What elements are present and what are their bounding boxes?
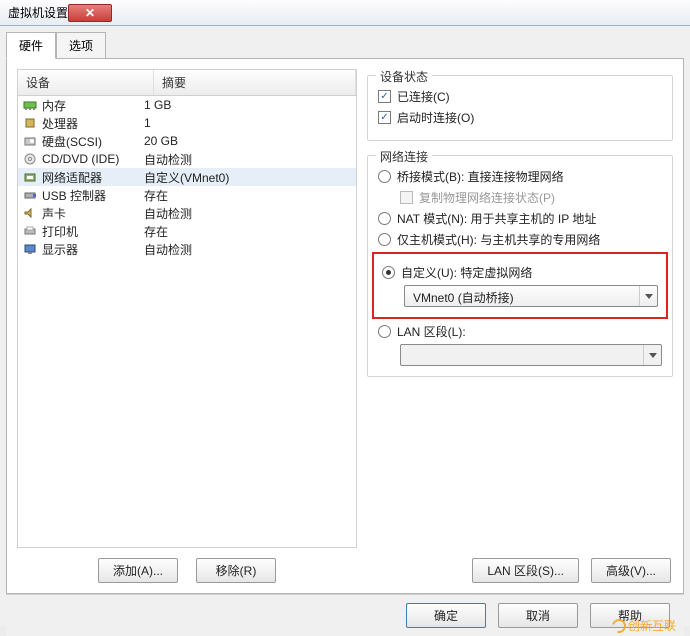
device-summary: 存在: [140, 223, 352, 240]
close-icon: ✕: [85, 6, 95, 20]
custom-network-combo[interactable]: VMnet0 (自动桥接): [404, 285, 658, 307]
table-row[interactable]: 声卡 自动检测: [18, 204, 356, 222]
lan-segments-button[interactable]: LAN 区段(S)...: [472, 558, 579, 583]
device-summary: 自动检测: [140, 241, 352, 258]
connected-row[interactable]: 已连接(C): [378, 88, 662, 105]
network-connection-title: 网络连接: [376, 148, 432, 165]
tab-hardware[interactable]: 硬件: [6, 32, 56, 59]
right-column: 设备状态 已连接(C) 启动时连接(O) 网络连接 桥接模式(B): 直接连接物…: [367, 69, 673, 583]
device-name: 显示器: [42, 241, 78, 258]
table-row[interactable]: USB 控制器 存在: [18, 186, 356, 204]
display-icon: [22, 242, 38, 256]
table-row[interactable]: 硬盘(SCSI) 20 GB: [18, 132, 356, 150]
connected-checkbox[interactable]: [378, 90, 391, 103]
tab-hardware-label: 硬件: [19, 39, 43, 53]
connect-at-poweron-checkbox[interactable]: [378, 111, 391, 124]
cpu-icon: [22, 116, 38, 130]
close-button[interactable]: ✕: [68, 4, 112, 22]
advanced-button[interactable]: 高级(V)...: [591, 558, 671, 583]
sound-icon: [22, 206, 38, 220]
hardware-panel: 设备 摘要 内存 1 GB 处理器 1 硬盘(SCSI) 20 GB CD/DVD (IDE…: [6, 58, 684, 594]
radio-dot-icon: [386, 270, 391, 275]
table-header: 设备 摘要: [18, 70, 356, 96]
right-bottom-buttons: LAN 区段(S)... 高级(V)...: [367, 558, 673, 583]
table-row[interactable]: 打印机 存在: [18, 222, 356, 240]
device-name: 声卡: [42, 205, 66, 222]
footer: 确定 取消 帮助 创新互联: [6, 594, 684, 636]
device-status-title: 设备状态: [376, 68, 432, 85]
device-name: 网络适配器: [42, 169, 102, 186]
connect-at-poweron-label: 启动时连接(O): [397, 109, 474, 126]
cd-icon: [22, 152, 38, 166]
lan-segment-value: [401, 345, 643, 365]
nat-radio[interactable]: [378, 212, 391, 225]
left-buttons: 添加(A)... 移除(R): [17, 558, 357, 583]
window-title: 虚拟机设置: [8, 4, 68, 21]
lan-label: LAN 区段(L):: [397, 323, 466, 340]
tab-options[interactable]: 选项: [56, 32, 106, 59]
custom-network-value: VMnet0 (自动桥接): [405, 286, 639, 306]
lan-radio[interactable]: [378, 325, 391, 338]
chevron-down-icon[interactable]: [639, 286, 657, 306]
memory-icon: [22, 98, 38, 112]
device-summary: 20 GB: [140, 134, 352, 148]
connected-label: 已连接(C): [397, 88, 450, 105]
table-body: 内存1 GB处理器1硬盘(SCSI)20 GBCD/DVD (IDE)自动检测网…: [18, 96, 356, 258]
device-name: 打印机: [42, 223, 78, 240]
chevron-down-icon: [643, 345, 661, 365]
bridged-row[interactable]: 桥接模式(B): 直接连接物理网络: [378, 168, 662, 185]
bridged-radio[interactable]: [378, 170, 391, 183]
custom-highlight: 自定义(U): 特定虚拟网络 VMnet0 (自动桥接): [372, 252, 668, 319]
add-button[interactable]: 添加(A)...: [98, 558, 178, 583]
ok-button[interactable]: 确定: [406, 603, 486, 628]
table-row[interactable]: 内存 1 GB: [18, 96, 356, 114]
client-area: 硬件 选项 设备 摘要 内存 1 GB 处理器 1 硬盘(SCSI) 20 GB CD/DV…: [0, 26, 690, 626]
table-row[interactable]: 网络适配器 自定义(VMnet0): [18, 168, 356, 186]
table-row[interactable]: CD/DVD (IDE) 自动检测: [18, 150, 356, 168]
device-summary: 自动检测: [140, 151, 352, 168]
nat-label: NAT 模式(N): 用于共享主机的 IP 地址: [397, 210, 596, 227]
device-name: USB 控制器: [42, 187, 106, 204]
device-name: 处理器: [42, 115, 78, 132]
lan-segment-combo: [400, 344, 662, 366]
bridged-label: 桥接模式(B): 直接连接物理网络: [397, 168, 564, 185]
nat-row[interactable]: NAT 模式(N): 用于共享主机的 IP 地址: [378, 210, 662, 227]
device-summary: 自动检测: [140, 205, 352, 222]
replicate-checkbox: [400, 191, 413, 204]
device-summary: 1 GB: [140, 98, 352, 112]
left-column: 设备 摘要 内存 1 GB 处理器 1 硬盘(SCSI) 20 GB CD/DVD (IDE…: [17, 69, 357, 583]
device-name: 硬盘(SCSI): [42, 133, 102, 150]
device-name: CD/DVD (IDE): [42, 152, 119, 166]
tabstrip: 硬件 选项: [6, 32, 684, 59]
replicate-label: 复制物理网络连接状态(P): [419, 189, 555, 206]
hostonly-radio[interactable]: [378, 233, 391, 246]
table-row[interactable]: 处理器 1: [18, 114, 356, 132]
hostonly-label: 仅主机模式(H): 与主机共享的专用网络: [397, 231, 600, 248]
device-name: 内存: [42, 97, 66, 114]
cancel-button[interactable]: 取消: [498, 603, 578, 628]
connect-at-poweron-row[interactable]: 启动时连接(O): [378, 109, 662, 126]
col-summary[interactable]: 摘要: [154, 70, 356, 95]
usb-icon: [22, 188, 38, 202]
network-connection-group: 网络连接 桥接模式(B): 直接连接物理网络 复制物理网络连接状态(P) NAT…: [367, 155, 673, 377]
replicate-row: 复制物理网络连接状态(P): [400, 189, 662, 206]
tab-options-label: 选项: [69, 39, 93, 53]
printer-icon: [22, 224, 38, 238]
device-table: 设备 摘要 内存 1 GB 处理器 1 硬盘(SCSI) 20 GB CD/DVD (IDE…: [17, 69, 357, 548]
device-summary: 自定义(VMnet0): [140, 169, 352, 186]
device-summary: 1: [140, 116, 352, 130]
nic-icon: [22, 170, 38, 184]
custom-row[interactable]: 自定义(U): 特定虚拟网络: [382, 264, 658, 281]
titlebar: 虚拟机设置 ✕: [0, 0, 690, 26]
custom-label: 自定义(U): 特定虚拟网络: [401, 264, 532, 281]
disk-icon: [22, 134, 38, 148]
hostonly-row[interactable]: 仅主机模式(H): 与主机共享的专用网络: [378, 231, 662, 248]
remove-button[interactable]: 移除(R): [196, 558, 276, 583]
device-status-group: 设备状态 已连接(C) 启动时连接(O): [367, 75, 673, 141]
col-device[interactable]: 设备: [18, 70, 154, 95]
lan-row[interactable]: LAN 区段(L):: [378, 323, 662, 340]
device-summary: 存在: [140, 187, 352, 204]
custom-radio[interactable]: [382, 266, 395, 279]
table-row[interactable]: 显示器 自动检测: [18, 240, 356, 258]
